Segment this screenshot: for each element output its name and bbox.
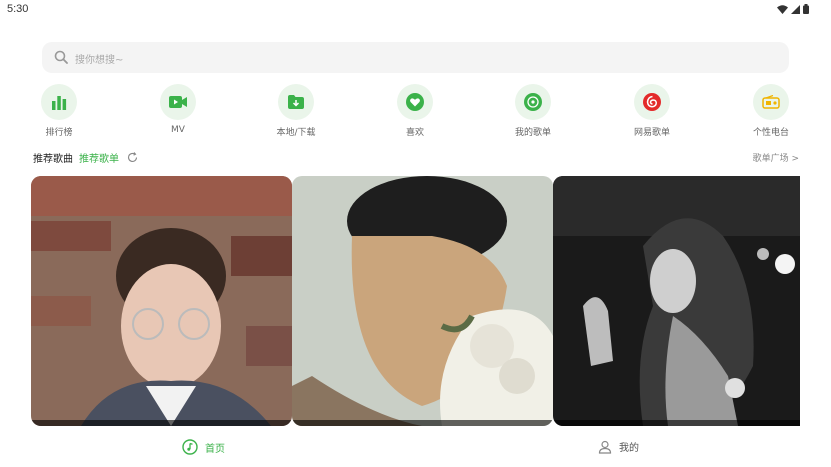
chart-bars-icon (41, 84, 77, 120)
playlist-cards (31, 176, 800, 426)
nav-mine-label: 我的 (619, 443, 639, 454)
quick-item-label: 排行榜 (45, 128, 73, 138)
user-icon (598, 440, 612, 454)
playlist-card[interactable] (553, 176, 800, 426)
quick-item-mv[interactable]: MV (142, 84, 214, 135)
quick-item-label: 个性电台 (752, 128, 789, 138)
nav-home[interactable]: 首页 (182, 439, 225, 455)
video-icon (160, 84, 196, 120)
quick-item-label: MV (171, 125, 185, 135)
quick-item-favorites[interactable]: 喜欢 (379, 84, 451, 138)
search-bar[interactable]: 搜你想搜~ (42, 42, 789, 73)
playlist-square-link[interactable]: 歌单广场 > (753, 151, 799, 164)
card-caption-bar (553, 420, 800, 426)
download-folder-icon (278, 84, 314, 120)
refresh-icon[interactable] (127, 152, 138, 163)
heart-icon (397, 84, 433, 120)
search-placeholder: 搜你想搜~ (75, 55, 124, 66)
playlist-card[interactable] (31, 176, 292, 426)
quick-item-label: 我的歌单 (514, 128, 551, 138)
quick-item-label: 本地/下载 (276, 128, 316, 138)
wifi-icon (777, 4, 788, 14)
card-caption-bar (31, 420, 292, 426)
radio-icon (753, 84, 789, 120)
quick-item-netease-playlists[interactable]: 网易歌单 (616, 84, 688, 138)
quick-item-ranking[interactable]: 排行榜 (23, 84, 95, 138)
quick-item-label: 喜欢 (405, 128, 424, 138)
playlist-cover-image (553, 176, 800, 426)
nav-mine[interactable]: 我的 (598, 439, 639, 454)
tab-recommended-playlists[interactable]: 推荐歌单 (79, 150, 119, 165)
section-header: 推荐歌曲 推荐歌单 (33, 150, 138, 165)
playlist-cover-image (292, 176, 553, 426)
netease-icon (634, 84, 670, 120)
status-bar: 5:30 (0, 0, 831, 22)
nav-home-label: 首页 (205, 443, 225, 455)
tab-recommended-songs[interactable]: 推荐歌曲 (33, 150, 73, 165)
playlist-card[interactable] (292, 176, 553, 426)
music-disc-icon (182, 439, 198, 455)
signal-icon (791, 4, 800, 14)
quick-item-label: 网易歌单 (633, 128, 670, 138)
status-icons (777, 4, 809, 14)
search-icon (54, 50, 68, 64)
bottom-nav: 首页 我的 (0, 427, 831, 467)
status-time: 5:30 (7, 3, 29, 15)
quick-item-my-playlists[interactable]: 我的歌单 (497, 84, 569, 138)
battery-icon (803, 4, 809, 14)
quick-item-radio[interactable]: 个性电台 (735, 84, 807, 138)
playlist-cover-image (31, 176, 292, 426)
disc-icon (515, 84, 551, 120)
quick-item-local-download[interactable]: 本地/下载 (260, 84, 332, 138)
card-caption-bar (292, 420, 553, 426)
